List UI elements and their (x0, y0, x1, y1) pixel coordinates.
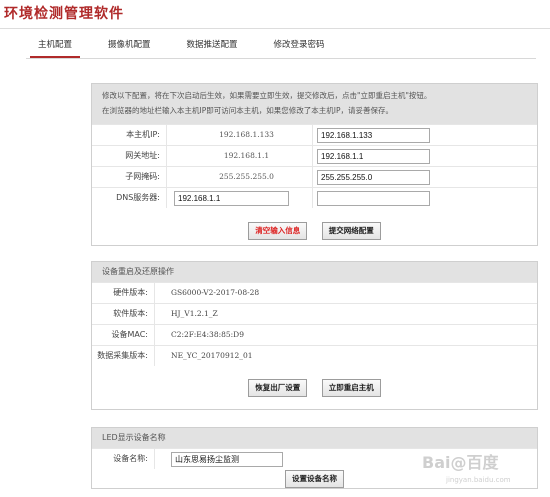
subnet-current: 255.255.255.0 (219, 172, 274, 181)
tab-bar: 主机配置 摄像机配置 数据推送配置 修改登录密码 (30, 38, 353, 58)
tab-camera-config[interactable]: 摄像机配置 (100, 38, 159, 58)
device-name-input[interactable]: 山东思易扬尘监测 (171, 452, 283, 467)
software-version-value: HJ_V1.2.1_Z (171, 309, 218, 318)
data-collection-version-label: 数据采集版本: (97, 351, 148, 360)
title-divider (0, 28, 550, 29)
network-notice-line-2: 在浏览器的地址栏输入本主机IP即可访问本主机，如果您修改了本主机IP，请妥善保存… (102, 106, 393, 115)
hardware-version-label: 硬件版本: (113, 288, 148, 297)
data-collection-version-row: 数据采集版本: NE_YC_20170912_01 (92, 345, 537, 366)
submit-network-button[interactable]: 提交网络配置 (321, 222, 381, 240)
led-panel-title: LED显示设备名称 (92, 428, 537, 448)
host-ip-row: 本主机IP: 192.168.1.133 192.168.1.133 (92, 124, 537, 145)
baidu-watermark-url: jingyan.baidu.com (446, 476, 511, 484)
dns-secondary-input[interactable] (317, 191, 430, 206)
gateway-current: 192.168.1.1 (223, 151, 270, 160)
tab-change-password[interactable]: 修改登录密码 (266, 38, 333, 58)
host-ip-label: 本主机IP: (126, 130, 160, 139)
subnet-input[interactable]: 255.255.255.0 (317, 170, 430, 185)
set-device-name-button[interactable]: 设置设备名称 (285, 470, 344, 488)
mac-row: 设备MAC: C2:2F:E4:38:85:D9 (92, 324, 537, 345)
dns-row: DNS服务器: 192.168.1.1 (92, 187, 537, 208)
host-ip-input[interactable]: 192.168.1.133 (317, 128, 430, 143)
network-actions: 清空输入信息 提交网络配置 (92, 222, 537, 240)
host-ip-current: 192.168.1.133 (219, 130, 274, 139)
gateway-label: 网关地址: (125, 151, 160, 160)
dns-label: DNS服务器: (116, 193, 160, 202)
reboot-button[interactable]: 立即重启主机 (321, 379, 381, 397)
hardware-version-value: GS6000-V2-2017-08-28 (171, 288, 260, 297)
network-notice-line-1: 修改以下配置，将在下次启动后生效，如果需要立即生效，提交修改后，点击"立即重启主… (102, 91, 432, 100)
gateway-input[interactable]: 192.168.1.1 (317, 149, 430, 164)
tabs-divider (26, 58, 536, 59)
baidu-watermark: Bai@百度 (422, 453, 499, 472)
mac-label: 设备MAC: (111, 330, 148, 339)
network-config-panel: 修改以下配置，将在下次启动后生效，如果需要立即生效，提交修改后，点击"立即重启主… (91, 83, 538, 246)
data-collection-version-value: NE_YC_20170912_01 (171, 351, 253, 360)
software-version-label: 软件版本: (113, 309, 148, 318)
device-panel: 设备重启及还原操作 硬件版本: GS6000-V2-2017-08-28 软件版… (91, 261, 538, 410)
subnet-label: 子网掩码: (125, 172, 160, 181)
tab-data-push-config[interactable]: 数据推送配置 (179, 38, 246, 58)
hardware-version-row: 硬件版本: GS6000-V2-2017-08-28 (92, 282, 537, 303)
factory-reset-button[interactable]: 恢复出厂设置 (248, 379, 308, 397)
device-panel-title: 设备重启及还原操作 (92, 262, 537, 282)
device-name-label: 设备名称: (113, 454, 148, 463)
gateway-row: 网关地址: 192.168.1.1 192.168.1.1 (92, 145, 537, 166)
device-actions: 恢复出厂设置 立即重启主机 (92, 379, 537, 397)
subnet-row: 子网掩码: 255.255.255.0 255.255.255.0 (92, 166, 537, 187)
mac-value: C2:2F:E4:38:85:D9 (171, 330, 244, 339)
tab-host-config[interactable]: 主机配置 (30, 38, 81, 58)
network-notice: 修改以下配置，将在下次启动后生效，如果需要立即生效，提交修改后，点击"立即重启主… (92, 84, 537, 124)
clear-input-button[interactable]: 清空输入信息 (248, 222, 308, 240)
app-title: 环境检测管理软件 (4, 6, 124, 22)
dns-primary-input[interactable]: 192.168.1.1 (174, 191, 289, 206)
software-version-row: 软件版本: HJ_V1.2.1_Z (92, 303, 537, 324)
